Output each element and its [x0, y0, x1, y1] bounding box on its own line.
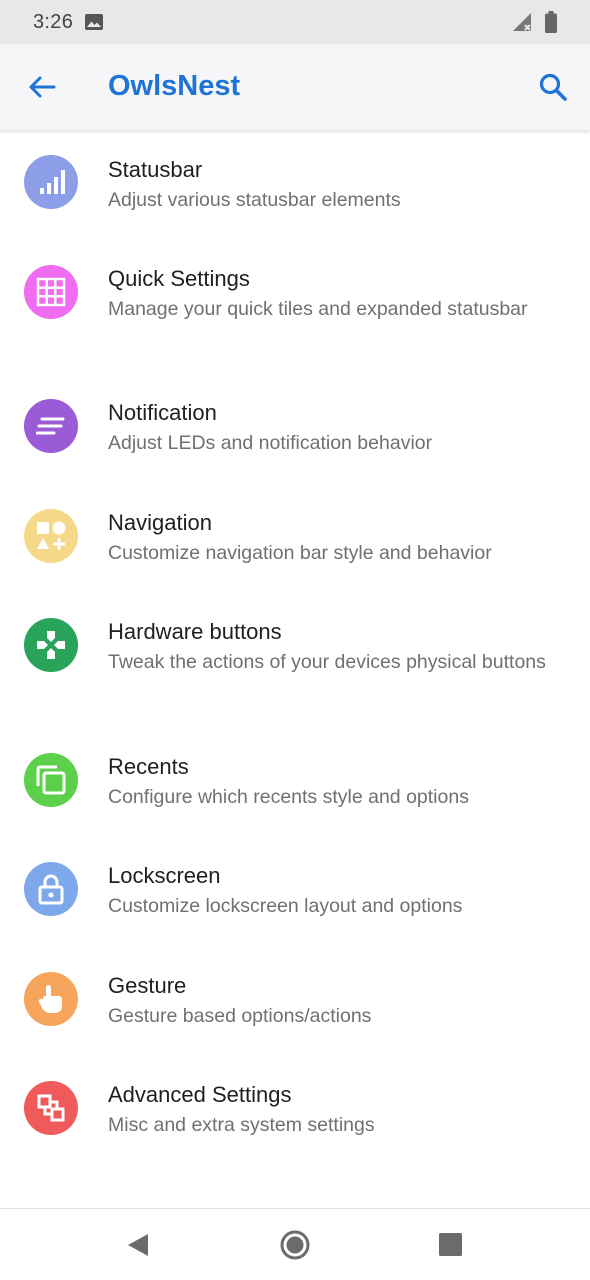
item-summary: Configure which recents style and option… — [108, 786, 469, 808]
lock-icon — [38, 874, 64, 905]
search-icon — [539, 73, 567, 101]
copy-squares-icon — [36, 765, 66, 795]
list-item-gesture[interactable]: Gesture Gesture based options/actions — [0, 947, 590, 1056]
list-item-advanced-settings[interactable]: Advanced Settings Misc and extra system … — [0, 1056, 590, 1166]
item-summary: Manage your quick tiles and expanded sta… — [108, 298, 528, 320]
gesture-icon-circle — [24, 972, 78, 1026]
search-button[interactable] — [536, 70, 570, 104]
list-item-navigation[interactable]: Navigation Customize navigation bar styl… — [0, 484, 590, 593]
statusbar-icon-circle — [24, 155, 78, 209]
signal-icon — [513, 13, 531, 31]
list-item-lockscreen[interactable]: Lockscreen Customize lockscreen layout a… — [0, 837, 590, 947]
settings-list: Statusbar Adjust various statusbar eleme… — [0, 130, 590, 1166]
image-icon — [85, 14, 104, 30]
item-title: Gesture — [108, 973, 187, 998]
advanced-settings-icon-circle — [24, 1081, 78, 1135]
item-title: Quick Settings — [108, 266, 250, 291]
item-title: Advanced Settings — [108, 1082, 292, 1107]
list-item-notification[interactable]: Notification Adjust LEDs and notificatio… — [0, 374, 590, 484]
grid-icon — [36, 277, 66, 307]
battery-icon — [545, 11, 557, 33]
hand-pointer-icon — [38, 985, 62, 1013]
system-nav-bar — [0, 1208, 590, 1280]
status-time: 3:26 — [33, 10, 74, 33]
nav-back-icon[interactable] — [124, 1231, 152, 1259]
item-title: Lockscreen — [108, 863, 221, 888]
list-item-hardware-buttons[interactable]: Hardware buttons Tweak the actions of yo… — [0, 593, 590, 728]
item-title: Recents — [108, 754, 189, 779]
signal-bars-icon — [40, 170, 65, 194]
arrow-left-icon — [29, 76, 56, 98]
list-item-quick-settings[interactable]: Quick Settings Manage your quick tiles a… — [0, 240, 590, 374]
item-summary: Customize navigation bar style and behav… — [108, 542, 492, 564]
lockscreen-icon-circle — [24, 862, 78, 916]
status-bar: 3:26 — [0, 0, 590, 44]
nav-recents-icon[interactable] — [438, 1232, 463, 1257]
app-bar: OwlsNest — [0, 44, 590, 130]
recents-icon-circle — [24, 753, 78, 807]
notes-lines-icon — [36, 417, 65, 435]
hardware-buttons-icon-circle — [24, 618, 78, 672]
item-title: Navigation — [108, 510, 212, 535]
nav-home-icon[interactable] — [279, 1229, 311, 1261]
gamepad-icon — [37, 631, 65, 659]
quick-settings-icon-circle — [24, 265, 78, 319]
item-title: Notification — [108, 400, 217, 425]
status-right-icons — [511, 11, 557, 33]
list-item-statusbar[interactable]: Statusbar Adjust various statusbar eleme… — [0, 130, 590, 240]
item-title: Hardware buttons — [108, 619, 282, 644]
shapes-icon — [37, 521, 66, 550]
back-button[interactable] — [26, 71, 58, 103]
list-item-recents[interactable]: Recents Configure which recents style an… — [0, 728, 590, 837]
item-summary: Gesture based options/actions — [108, 1005, 372, 1027]
notification-icon-circle — [24, 399, 78, 453]
item-title: Statusbar — [108, 157, 203, 182]
item-summary: Misc and extra system settings — [108, 1114, 375, 1136]
item-summary: Adjust LEDs and notification behavior — [108, 432, 433, 454]
nodes-icon — [37, 1094, 65, 1122]
navigation-icon-circle — [24, 509, 78, 563]
page-title: OwlsNest — [108, 70, 241, 102]
item-summary: Customize lockscreen layout and options — [108, 895, 463, 917]
item-summary: Adjust various statusbar elements — [108, 189, 401, 211]
item-summary: Tweak the actions of your devices physic… — [108, 651, 546, 673]
